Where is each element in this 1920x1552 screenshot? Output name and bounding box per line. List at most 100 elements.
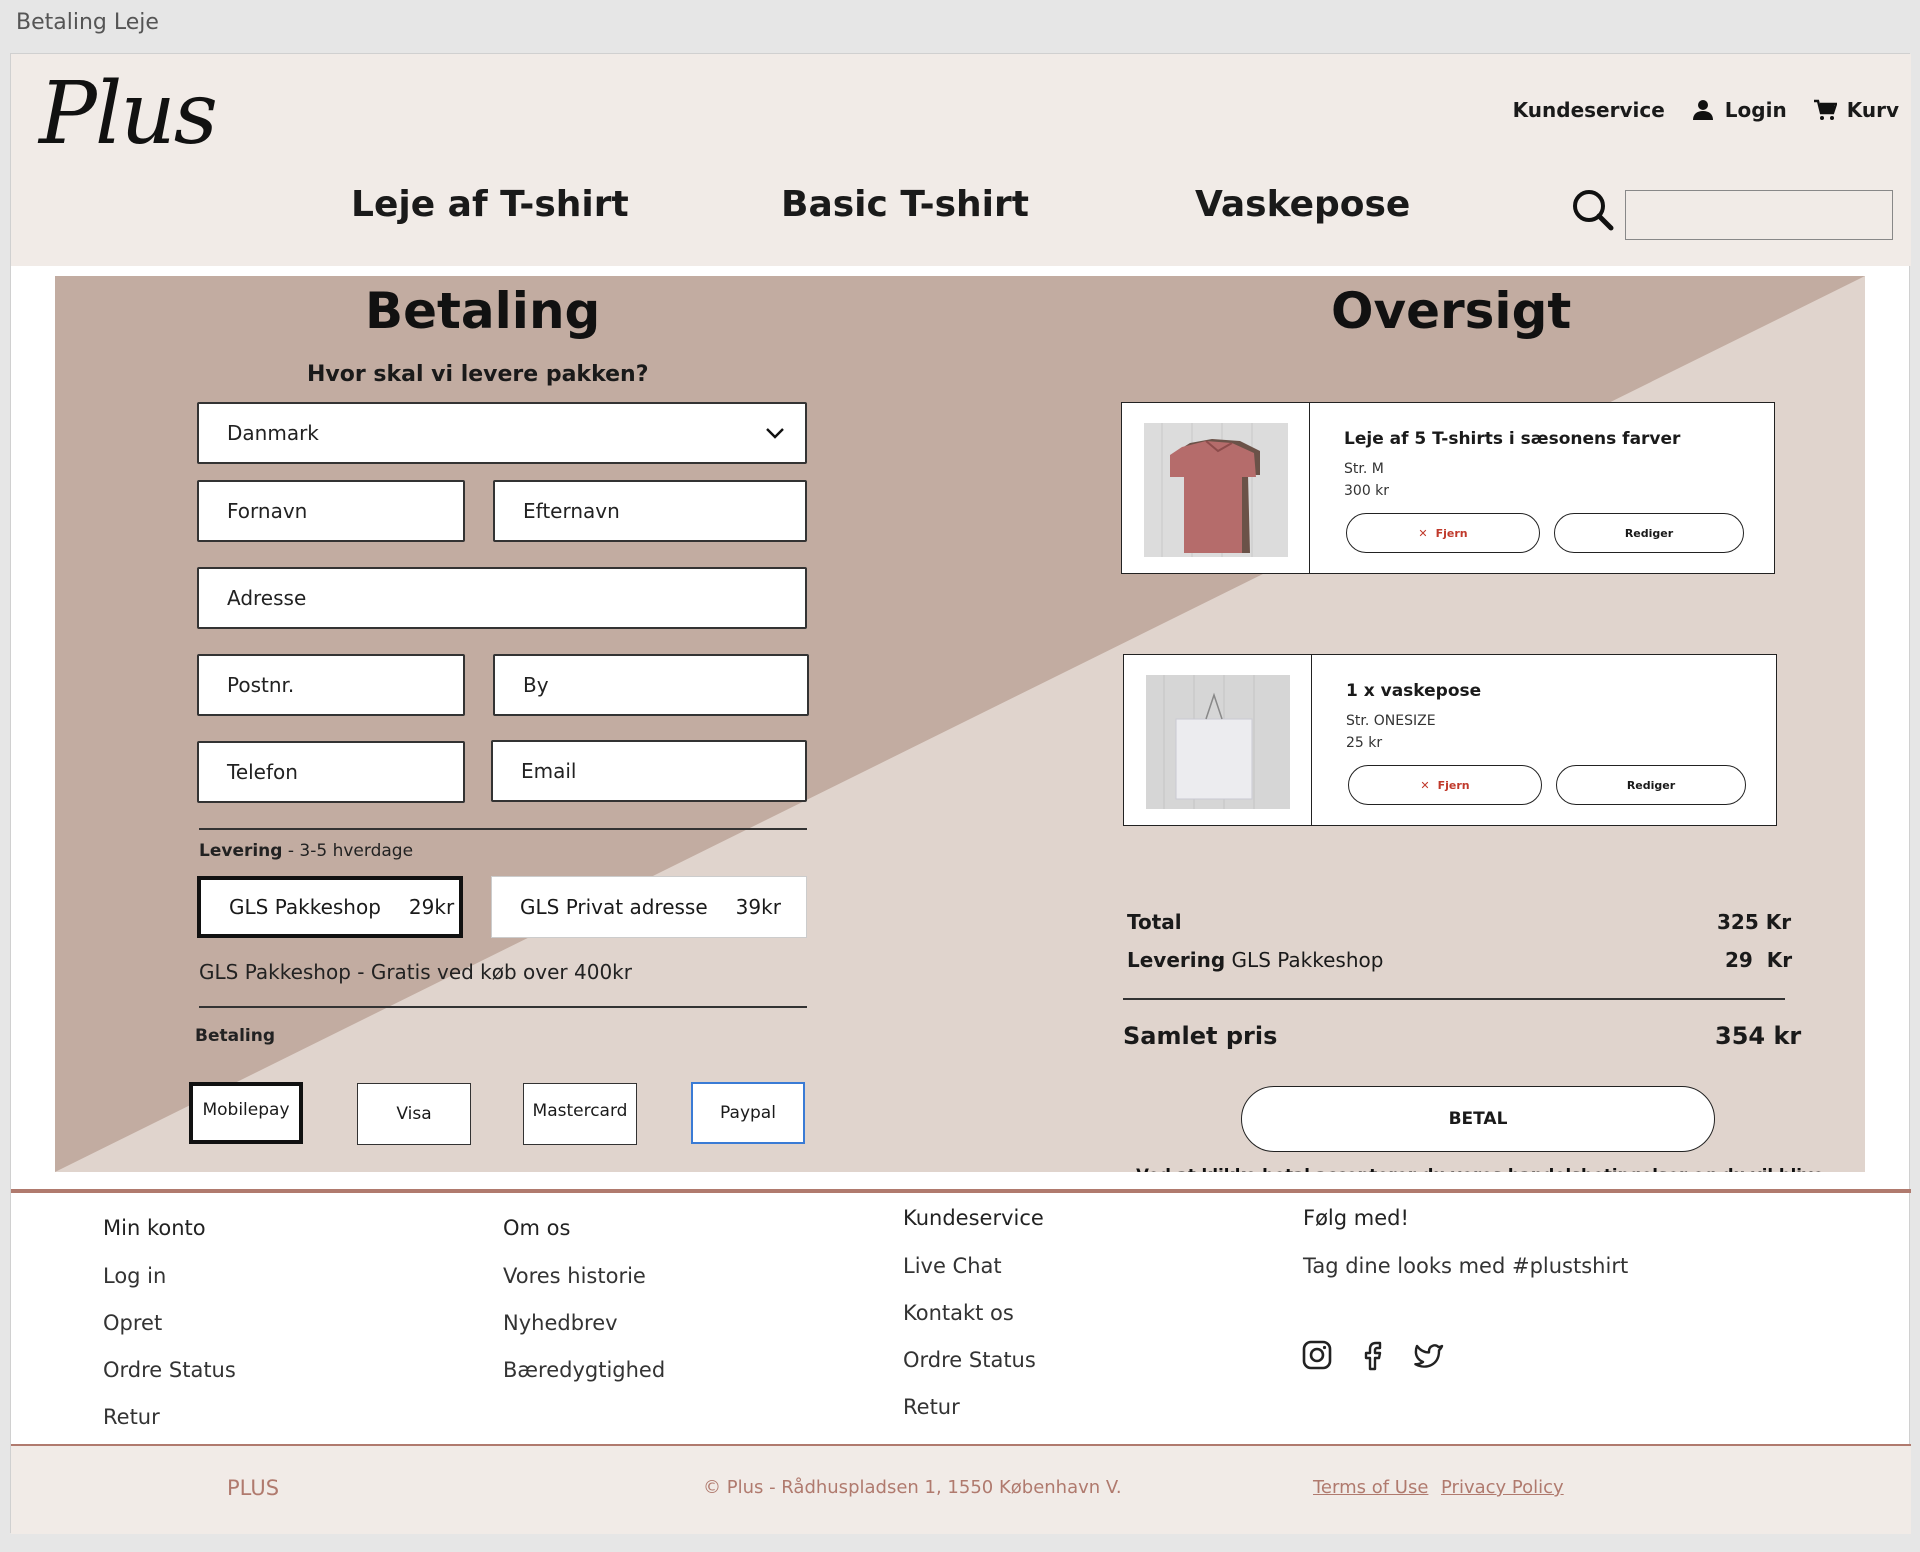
payment-mobilepay[interactable]: Mobilepay <box>189 1082 303 1144</box>
nav-basic-tshirt[interactable]: Basic T-shirt <box>781 184 1029 225</box>
window-title: Betaling Leje <box>16 10 159 35</box>
search-icon <box>1573 190 1614 231</box>
cart-label: Kurv <box>1846 98 1899 122</box>
footer-link-returns[interactable]: Retur <box>903 1395 1044 1419</box>
remove-label: Fjern <box>1435 526 1468 540</box>
divider <box>199 828 807 830</box>
divider <box>199 1006 807 1008</box>
customer-service-link[interactable]: Kundeservice <box>1513 98 1665 122</box>
footer-link-sustainability[interactable]: Bæredygtighed <box>503 1358 665 1382</box>
delivery-summary-label: Levering <box>1127 948 1226 972</box>
footer-link-signup[interactable]: Opret <box>103 1311 236 1335</box>
shipping-option-name: GLS Privat adresse <box>520 895 708 919</box>
footer-link-history[interactable]: Vores historie <box>503 1264 665 1288</box>
delivery-time: - 3-5 hverdage <box>282 841 414 861</box>
delivery-summary: Levering GLS Pakkeshop <box>1127 948 1383 972</box>
last-name-placeholder: Efternavn <box>523 499 620 523</box>
country-value: Danmark <box>227 421 319 445</box>
footer-heading: Følg med! <box>1303 1206 1409 1230</box>
chevron-down-icon <box>766 428 784 439</box>
user-icon <box>1692 100 1713 120</box>
remove-button[interactable]: ✕ Fjern <box>1348 765 1542 805</box>
payment-mastercard-label: Mastercard <box>532 1101 628 1121</box>
edit-button[interactable]: Rediger <box>1554 513 1744 553</box>
email-field[interactable]: Email <box>491 740 807 802</box>
footer-heading: Om os <box>503 1216 571 1240</box>
email-placeholder: Email <box>521 759 577 783</box>
footer-link-login[interactable]: Log in <box>103 1264 236 1288</box>
footer-heading: Min konto <box>103 1216 206 1240</box>
payment-mobilepay-label: Mobilepay <box>202 1100 290 1120</box>
delivery-label: Levering - 3-5 hverdage <box>199 841 413 861</box>
shipping-option-pakkeshop[interactable]: GLS Pakkeshop 29kr <box>197 876 463 938</box>
bottom-bar: PLUS © Plus - Rådhuspladsen 1, 1550 Købe… <box>11 1444 1911 1534</box>
payment-title: Betaling <box>365 282 601 340</box>
address-placeholder: Adresse <box>227 586 307 610</box>
last-name-field[interactable]: Efternavn <box>493 480 807 542</box>
footer-divider <box>11 1189 1911 1193</box>
payment-visa-label: Visa <box>396 1104 432 1124</box>
instagram-icon[interactable] <box>1301 1339 1333 1371</box>
payment-label: Betaling <box>195 1026 276 1046</box>
shipping-option-private-address[interactable]: GLS Privat adresse 39kr <box>491 876 807 938</box>
total-value: 325 Kr <box>1717 910 1792 934</box>
phone-field[interactable]: Telefon <box>197 741 465 803</box>
shipping-option-name: GLS Pakkeshop <box>229 895 381 919</box>
edit-button[interactable]: Rediger <box>1556 765 1746 805</box>
country-select[interactable]: Danmark <box>197 402 807 464</box>
cart-icon <box>1813 99 1837 120</box>
payment-paypal-label: Paypal <box>720 1103 776 1123</box>
remove-label: Fjern <box>1437 778 1470 792</box>
footer-column-follow: Følg med! Tag dine looks med #plustshirt <box>1303 1206 1628 1301</box>
search-input[interactable] <box>1625 190 1893 240</box>
copyright: © Plus - Rådhuspladsen 1, 1550 København… <box>703 1477 1122 1498</box>
cart-item: Leje af 5 T-shirts i sæsonens farver Str… <box>1121 402 1775 574</box>
shipping-note: GLS Pakkeshop - Gratis ved køb over 400k… <box>199 960 632 984</box>
footer-brand: PLUS <box>227 1476 280 1500</box>
cart-item-price: 300 kr <box>1344 483 1390 499</box>
footer-link-live-chat[interactable]: Live Chat <box>903 1254 1044 1278</box>
header: Plus Kundeservice Login Kurv Leje af T-s… <box>11 54 1911 266</box>
payment-visa[interactable]: Visa <box>357 1083 471 1145</box>
footer-column-about: Om os Vores historie Nyhedbrev Bæredygti… <box>503 1216 665 1405</box>
footer-column-customer-service: Kundeservice Live Chat Kontakt os Ordre … <box>903 1206 1044 1442</box>
phone-placeholder: Telefon <box>227 760 298 784</box>
footer-link-returns[interactable]: Retur <box>103 1405 236 1429</box>
grand-total-label: Samlet pris <box>1123 1022 1278 1050</box>
address-field[interactable]: Adresse <box>197 567 807 629</box>
payment-mastercard[interactable]: Mastercard <box>523 1083 637 1145</box>
pay-button[interactable]: BETAL <box>1241 1086 1715 1152</box>
edit-label: Rediger <box>1624 526 1674 540</box>
payment-paypal[interactable]: Paypal <box>691 1082 805 1144</box>
remove-button[interactable]: ✕ Fjern <box>1346 513 1540 553</box>
terms-link[interactable]: Terms of Use <box>1313 1477 1428 1498</box>
footer-link-contact[interactable]: Kontakt os <box>903 1301 1044 1325</box>
footer-link-order-status[interactable]: Ordre Status <box>903 1348 1044 1372</box>
delivery-summary-value: 29 Kr <box>1725 948 1793 972</box>
delivery-heading: Levering <box>199 841 283 861</box>
overview-title: Oversigt <box>1331 282 1572 340</box>
cart-item-title: 1 x vaskepose <box>1346 681 1482 701</box>
search-button[interactable] <box>1571 188 1615 232</box>
nav-laundry-bag[interactable]: Vaskepose <box>1195 184 1410 225</box>
privacy-link[interactable]: Privacy Policy <box>1441 1477 1564 1498</box>
footer-link-newsletter[interactable]: Nyhedbrev <box>503 1311 665 1335</box>
nav-rent-tshirt[interactable]: Leje af T-shirt <box>351 184 629 225</box>
page: Plus Kundeservice Login Kurv Leje af T-s… <box>10 53 1911 1534</box>
logo[interactable]: Plus <box>39 64 218 164</box>
close-icon: ✕ <box>1420 778 1430 792</box>
footer-link-order-status[interactable]: Ordre Status <box>103 1358 236 1382</box>
zip-field[interactable]: Postnr. <box>197 654 465 716</box>
login-link[interactable]: Login <box>1691 98 1787 122</box>
footer-heading: Kundeservice <box>903 1206 1044 1230</box>
footer-column-account: Min konto Log in Opret Ordre Status Retu… <box>103 1216 236 1452</box>
cart-link[interactable]: Kurv <box>1813 98 1899 122</box>
city-field[interactable]: By <box>493 654 809 716</box>
twitter-icon[interactable] <box>1413 1339 1445 1371</box>
edit-label: Rediger <box>1626 778 1676 792</box>
facebook-icon[interactable] <box>1357 1339 1389 1371</box>
first-name-field[interactable]: Fornavn <box>197 480 465 542</box>
close-icon: ✕ <box>1418 526 1428 540</box>
login-label: Login <box>1724 98 1787 122</box>
customer-service-label: Kundeservice <box>1512 98 1665 122</box>
